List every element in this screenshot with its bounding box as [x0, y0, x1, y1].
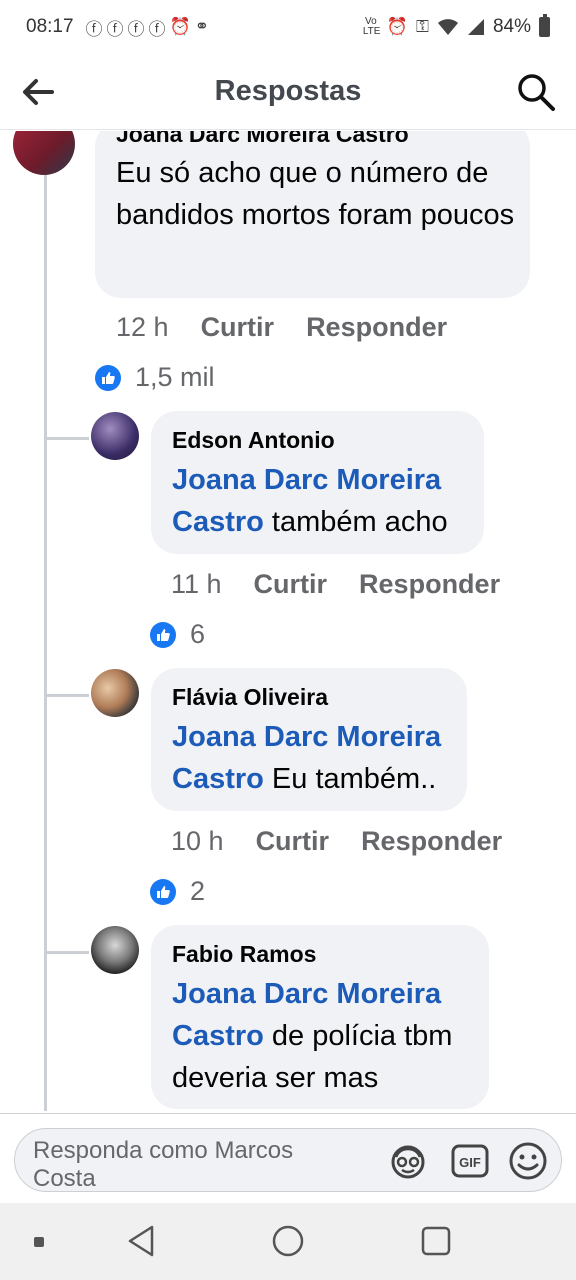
reply-button[interactable]: Responder — [361, 826, 502, 857]
reaction-count[interactable]: 2 — [150, 876, 205, 907]
svg-text:GIF: GIF — [459, 1155, 481, 1170]
comment-text: Joana Darc Moreira Castro Eu também.. — [172, 721, 442, 795]
thread-branch — [47, 694, 89, 697]
reaction-count[interactable]: 1,5 mil — [95, 362, 215, 393]
comment-author[interactable]: Fabio Ramos — [172, 941, 316, 968]
thread-branch — [47, 951, 89, 954]
like-button[interactable]: Curtir — [256, 826, 330, 857]
comment-time: 10 h — [171, 826, 224, 856]
comment-author[interactable]: Flávia Oliveira — [172, 684, 328, 711]
likes-count: 1,5 mil — [135, 362, 215, 392]
thread-line — [44, 171, 47, 1111]
status-bar: 08:17 ⓕ ⓕ ⓕ ⓕ ⏰ ⚭ Vo LTE ⏰ ⚿ 84% — [0, 0, 576, 54]
battery-icon — [539, 14, 550, 37]
system-nav-bar — [0, 1203, 576, 1280]
likes-count: 6 — [190, 619, 206, 649]
facebook-icon: ⓕ — [85, 19, 103, 39]
thumbs-up-icon — [150, 621, 176, 648]
thumbs-up-icon — [95, 364, 121, 391]
thumbs-up-icon — [150, 878, 176, 905]
key-icon: ⚿ — [416, 17, 429, 36]
comment-text: Joana Darc Moreira Castro de polícia tbm… — [172, 978, 453, 1094]
wifi-icon — [437, 19, 458, 35]
comment-bubble: Flávia Oliveira Joana Darc Moreira Castr… — [151, 668, 467, 811]
facebook-icon: ⓕ — [148, 19, 166, 39]
reply-input[interactable]: Responda como Marcos Costa GIF — [14, 1128, 562, 1192]
comment-author[interactable]: Joana Darc Moreira Castro — [116, 131, 409, 148]
signal-icon — [467, 19, 484, 35]
emoji-icon[interactable] — [507, 1140, 549, 1182]
facebook-icon: ⓕ — [106, 19, 124, 39]
back-nav-icon[interactable] — [124, 1223, 156, 1259]
comment-bubble: Fabio Ramos Joana Darc Moreira Castro de… — [151, 925, 489, 1109]
comment-text: Joana Darc Moreira Castro também acho — [172, 464, 448, 538]
comment-time: 11 h — [171, 569, 222, 599]
gif-icon[interactable]: GIF — [449, 1140, 491, 1182]
home-nav-icon[interactable] — [270, 1223, 306, 1259]
reply-button[interactable]: Responder — [306, 312, 447, 343]
battery-percent: 84% — [492, 16, 531, 37]
search-icon[interactable] — [516, 72, 556, 112]
back-arrow-icon[interactable] — [20, 74, 56, 110]
reply-placeholder: Responda como Marcos Costa — [33, 1137, 294, 1192]
status-time: 08:17 — [26, 16, 74, 37]
reply-button[interactable]: Responder — [359, 569, 500, 600]
thread-branch — [47, 437, 89, 440]
reply-composer: Responda como Marcos Costa GIF — [0, 1113, 576, 1203]
avatar[interactable] — [91, 926, 139, 974]
comment-actions: 12 h Curtir Responder — [116, 312, 447, 343]
comment-bubble: Edson Antonio Joana Darc Moreira Castro … — [151, 411, 484, 554]
like-button[interactable]: Curtir — [201, 312, 275, 343]
comment-time: 12 h — [116, 312, 169, 342]
comment-actions: 11 h Curtir Responder — [171, 569, 500, 600]
avatar-sticker-icon[interactable] — [387, 1140, 429, 1182]
avatar[interactable] — [13, 131, 75, 175]
page-title: Respostas — [214, 75, 362, 107]
recents-nav-icon[interactable] — [420, 1223, 452, 1259]
avatar[interactable] — [91, 412, 139, 460]
comment-actions: 10 h Curtir Responder — [171, 826, 502, 857]
voicemail-icon: ⚭ — [194, 17, 209, 36]
comment-author[interactable]: Edson Antonio — [172, 427, 335, 454]
replies-thread[interactable]: Joana Darc Moreira Castro Eu só acho que… — [0, 131, 576, 1111]
app-header: Respostas — [0, 54, 576, 130]
like-button[interactable]: Curtir — [254, 569, 328, 600]
alarm-icon: ⏰ — [386, 17, 409, 36]
comment-bubble: Joana Darc Moreira Castro Eu só acho que… — [95, 131, 530, 298]
comment-text: Eu só acho que o número de bandidos mort… — [116, 157, 515, 231]
alarm-icon: ⏰ — [169, 17, 191, 36]
facebook-icon: ⓕ — [127, 19, 145, 39]
avatar[interactable] — [91, 669, 139, 717]
reaction-count[interactable]: 6 — [150, 619, 205, 650]
menu-dot-icon[interactable] — [33, 1236, 45, 1248]
volte-indicator: Vo LTE — [362, 16, 381, 37]
likes-count: 2 — [190, 876, 206, 906]
